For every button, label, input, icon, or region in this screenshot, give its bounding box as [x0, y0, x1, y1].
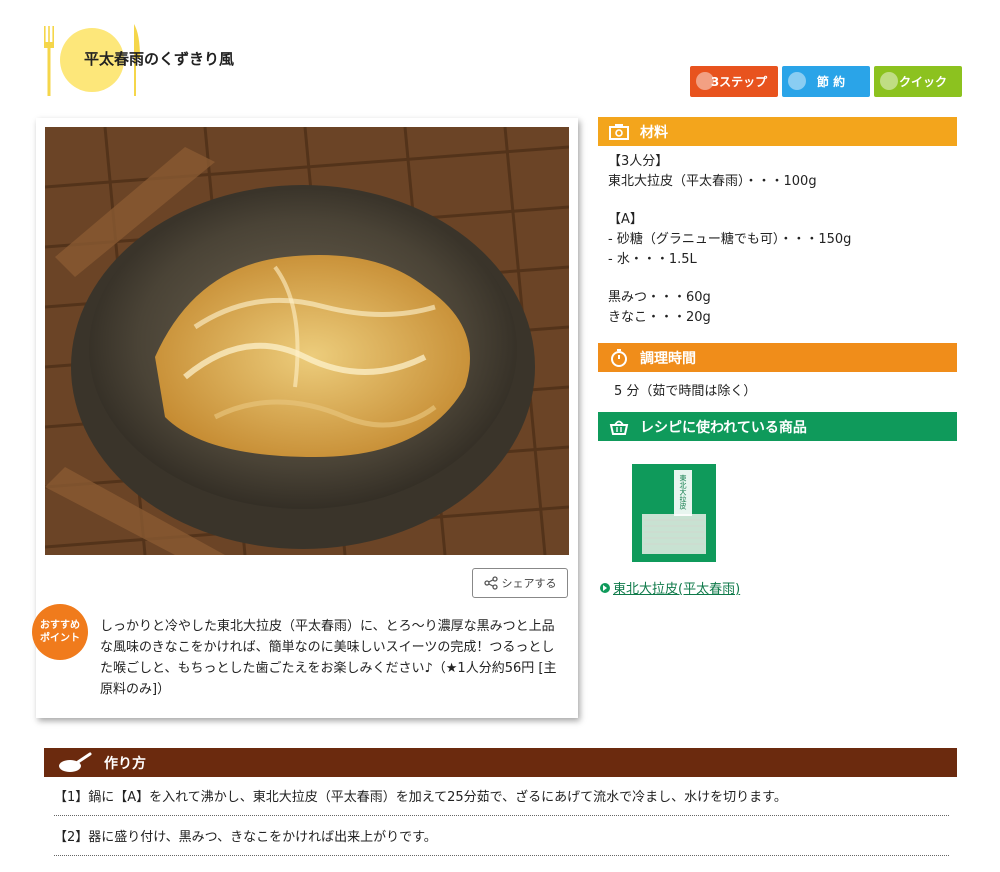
products-header: レシピに使われている商品: [598, 412, 957, 441]
piggy-bank-icon: [788, 72, 806, 90]
ingredient-line: - 水・・・1.5L: [608, 252, 697, 267]
svg-text:東北大拉皮: 東北大拉皮: [679, 474, 687, 511]
ingredient-line: 【3人分】: [608, 154, 669, 169]
method-step: 【1】鍋に【A】を入れて沸かし、東北大拉皮（平太春雨）を加えて25分茹で、ざるに…: [54, 786, 949, 816]
products-heading: レシピに使われている商品: [640, 419, 807, 436]
page-title: 平太春雨のくずきり風: [84, 50, 235, 68]
ingredient-line: 東北大拉皮（平太春雨）・・・100g: [608, 174, 817, 189]
three-step-badge: 3ステップ: [690, 66, 778, 97]
ingredient-line: 黒みつ・・・60g: [608, 290, 711, 305]
recipe-photo-card: シェアする おすすめ ポイント しっかりと冷やした東北大拉皮（平太春雨）に、とろ…: [32, 118, 578, 718]
share-button[interactable]: シェアする: [472, 568, 568, 598]
recommend-point-badge: おすすめ ポイント: [32, 604, 88, 660]
scale-icon: [606, 117, 632, 146]
recipe-title-block: 平太春雨のくずきり風: [44, 24, 364, 100]
ladle-icon: [44, 748, 104, 777]
recommend-badge-line1: おすすめ: [40, 620, 80, 631]
recommend-point-text: しっかりと冷やした東北大拉皮（平太春雨）に、とろ〜り濃厚な黒みつと上品な風味のき…: [100, 619, 557, 697]
ingredients-header: 材料: [598, 117, 957, 146]
recommend-badge-line2: ポイント: [40, 633, 80, 644]
dish-illustration: [45, 127, 569, 555]
arrow-circle-icon: [600, 582, 610, 593]
share-icon: [483, 576, 498, 590]
share-label: シェアする: [501, 577, 557, 590]
method-heading: 作り方: [104, 755, 146, 772]
cook-time-value: 5 分（茹で時間は除く）: [614, 384, 757, 399]
ingredient-line: きなこ・・・20g: [608, 310, 711, 325]
recipe-photo: [45, 127, 569, 555]
timer-icon: [606, 343, 632, 372]
ingredient-line: 【A】: [608, 212, 643, 227]
recipe-badges: 3ステップ 節 約 クイック: [690, 66, 962, 97]
quick-badge: クイック: [874, 66, 962, 97]
basket-icon: [606, 412, 632, 441]
method-header: 作り方: [44, 748, 957, 777]
ingredient-list: 【3人分】 東北大拉皮（平太春雨）・・・100g 【A】 - 砂糖（グラニュー糖…: [608, 152, 851, 328]
ingredients-heading: 材料: [640, 124, 668, 141]
fork-icon: [44, 26, 54, 96]
product-link[interactable]: 東北大拉皮(平太春雨): [600, 578, 740, 597]
budget-badge: 節 約: [782, 66, 870, 97]
ingredient-gap: [608, 270, 851, 288]
method-step: 【2】器に盛り付け、黒みつ、きなこをかければ出来上がりです。: [54, 826, 949, 856]
product-package-image[interactable]: 東北大拉皮: [630, 462, 718, 564]
cook-time-header: 調理時間: [598, 343, 957, 372]
cook-time-heading: 調理時間: [640, 350, 696, 367]
product-link-text[interactable]: 東北大拉皮(平太春雨): [613, 578, 740, 597]
ingredient-line: - 砂糖（グラニュー糖でも可）・・・150g: [608, 232, 852, 247]
ingredient-gap: [608, 192, 851, 210]
